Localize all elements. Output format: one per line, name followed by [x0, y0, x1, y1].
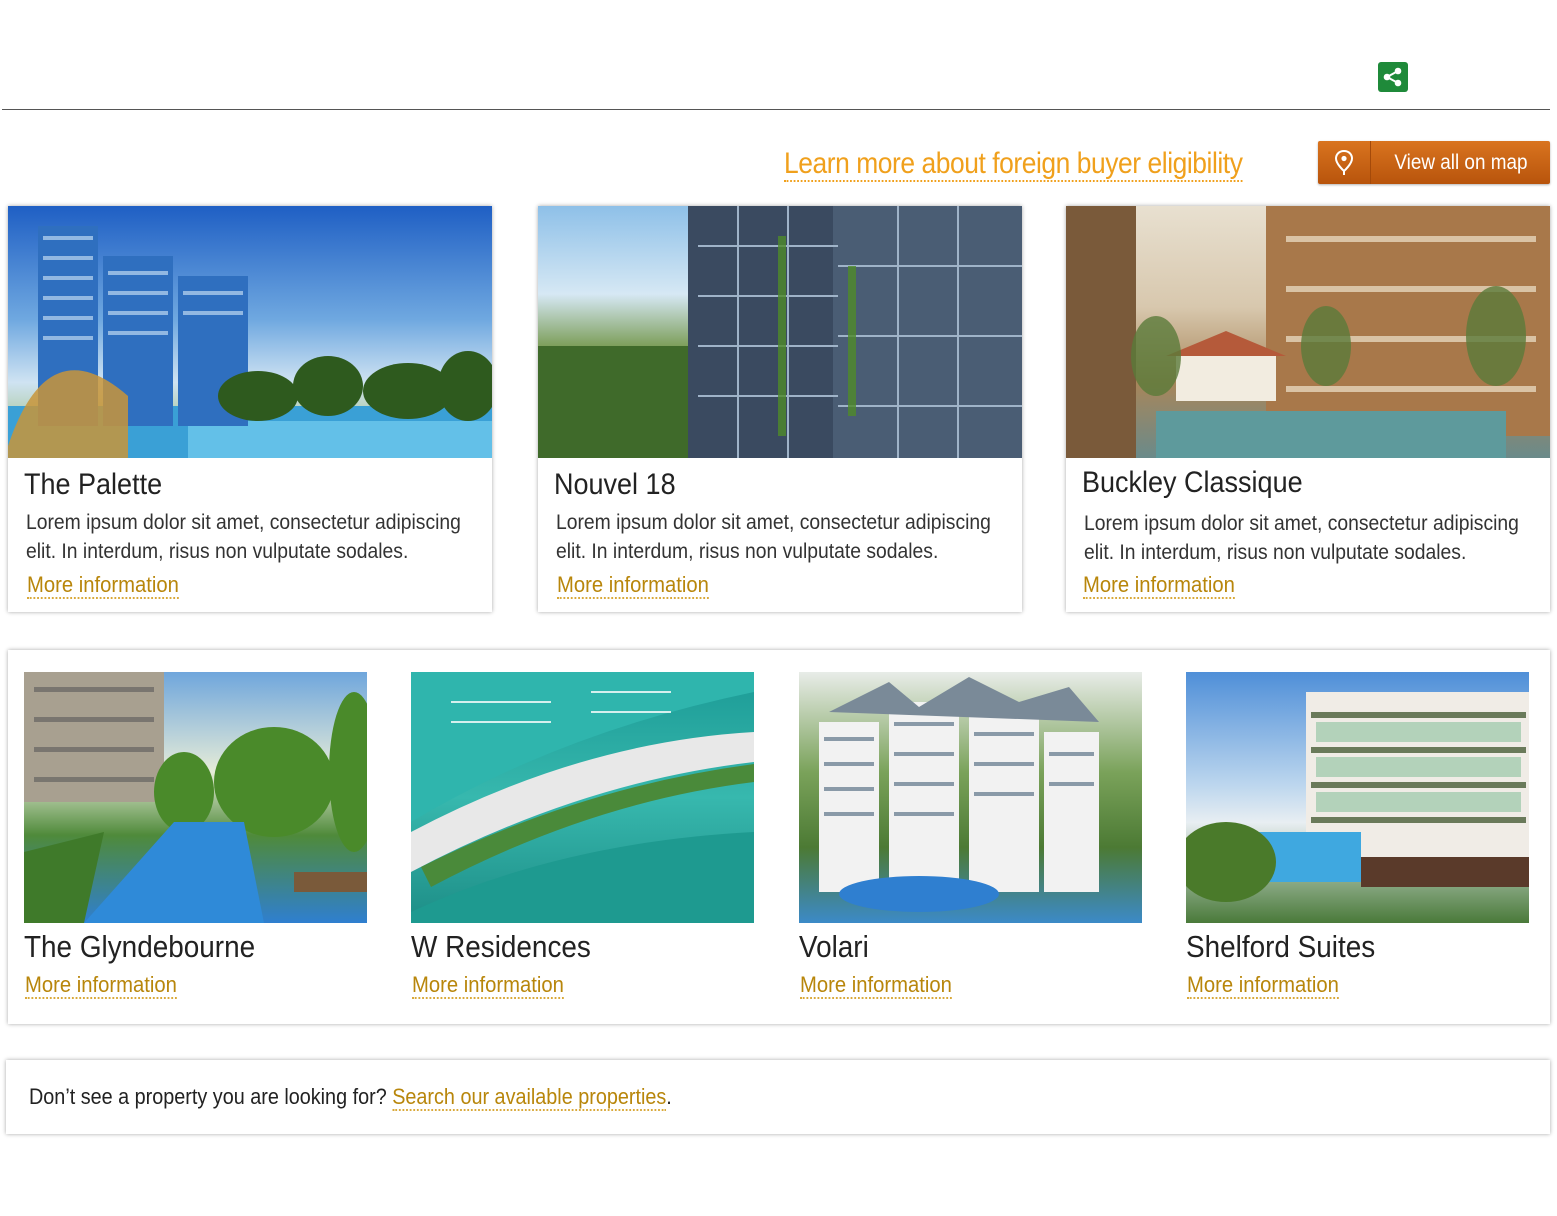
header-divider — [2, 109, 1550, 110]
property-description: Lorem ipsum dolor sit amet, consectetur … — [26, 511, 461, 563]
property-title: W Residences — [411, 929, 591, 964]
share-icon — [1383, 67, 1402, 87]
more-information-link[interactable]: More information — [1187, 973, 1339, 999]
featured-card-buckley-classique[interactable]: Buckley Classique Lorem ipsum dolor sit … — [1066, 206, 1550, 612]
property-title: Buckley Classique — [1082, 466, 1303, 499]
search-prompt: Don’t see a property you are looking for… — [29, 1084, 672, 1111]
more-information-link[interactable]: More information — [1083, 573, 1235, 599]
share-button[interactable] — [1378, 62, 1408, 92]
view-all-on-map-button[interactable]: View all on map — [1318, 141, 1550, 184]
property-title: Nouvel 18 — [554, 468, 676, 501]
featured-card-the-palette[interactable]: The Palette Lorem ipsum dolor sit amet, … — [8, 206, 492, 612]
view-all-on-map-label: View all on map — [1394, 150, 1528, 174]
property-image[interactable] — [538, 206, 1022, 458]
property-description: Lorem ipsum dolor sit amet, consectetur … — [1084, 512, 1519, 564]
property-title: The Glyndebourne — [24, 929, 256, 964]
search-available-properties-link[interactable]: Search our available properties — [392, 1084, 667, 1111]
more-information-link[interactable]: More information — [412, 973, 564, 999]
property-tile-volari[interactable]: Volari More information — [799, 672, 1142, 999]
property-image[interactable] — [24, 672, 367, 923]
search-prompt-suffix: . — [666, 1084, 672, 1109]
more-information-link[interactable]: More information — [25, 973, 177, 999]
property-tile-shelford-suites[interactable]: Shelford Suites More information — [1186, 672, 1529, 999]
featured-card-nouvel-18[interactable]: Nouvel 18 Lorem ipsum dolor sit amet, co… — [538, 206, 1022, 612]
foreign-buyer-eligibility-link[interactable]: Learn more about foreign buyer eligibili… — [784, 148, 1243, 182]
property-image[interactable] — [1066, 206, 1550, 458]
map-pin-icon — [1318, 141, 1371, 184]
more-information-link[interactable]: More information — [27, 573, 179, 599]
more-information-link[interactable]: More information — [800, 973, 952, 999]
property-title: Volari — [799, 929, 869, 964]
property-title: The Palette — [24, 468, 163, 501]
more-properties-panel: The Glyndebourne More information W Resi… — [8, 650, 1550, 1024]
property-image[interactable] — [8, 206, 492, 458]
search-prompt-text: Don’t see a property you are looking for… — [29, 1084, 393, 1109]
search-prompt-box: Don’t see a property you are looking for… — [6, 1060, 1550, 1134]
property-image[interactable] — [411, 672, 754, 923]
property-title: Shelford Suites — [1186, 929, 1376, 964]
property-description: Lorem ipsum dolor sit amet, consectetur … — [556, 511, 991, 563]
more-information-link[interactable]: More information — [557, 573, 709, 599]
property-image[interactable] — [1186, 672, 1529, 923]
property-tile-w-residences[interactable]: W Residences More information — [411, 672, 754, 999]
property-tile-the-glyndebourne[interactable]: The Glyndebourne More information — [24, 672, 367, 999]
property-image[interactable] — [799, 672, 1142, 923]
